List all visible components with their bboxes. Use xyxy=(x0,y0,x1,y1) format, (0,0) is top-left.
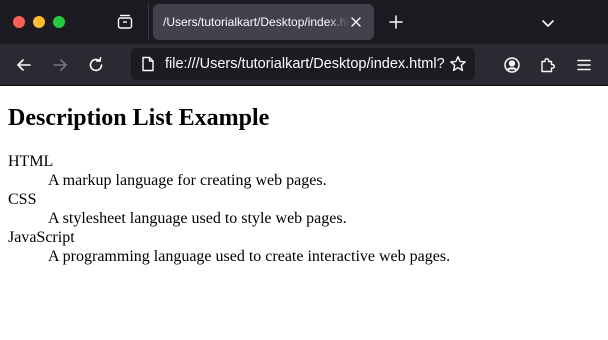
page-title: Description List Example xyxy=(8,105,270,131)
window-minimize-button[interactable] xyxy=(33,16,45,28)
tab-strip: /Users/tutorialkart/Desktop/index.html xyxy=(0,0,608,44)
description-javascript: A programming language used to create in… xyxy=(48,248,451,265)
window-zoom-button[interactable] xyxy=(53,16,65,28)
description-html: A markup language for creating web pages… xyxy=(48,172,327,189)
tab-close-icon[interactable] xyxy=(348,14,364,30)
window-close-button[interactable] xyxy=(13,16,25,28)
new-tab-icon[interactable] xyxy=(386,12,406,32)
tab-separator xyxy=(148,4,149,40)
url-bar[interactable]: file:///Users/tutorialkart/Desktop/index… xyxy=(131,48,475,80)
reload-icon[interactable] xyxy=(85,54,107,76)
extensions-icon[interactable] xyxy=(537,54,559,76)
list-all-tabs-chevron-icon[interactable] xyxy=(538,13,558,33)
term-html: HTML xyxy=(8,153,54,170)
term-javascript: JavaScript xyxy=(8,229,75,246)
url-text[interactable]: file:///Users/tutorialkart/Desktop/index… xyxy=(165,48,445,80)
description-list: HTML A markup language for creating web … xyxy=(8,152,450,266)
back-icon[interactable] xyxy=(13,54,35,76)
page-content: Description List Example HTML A markup l… xyxy=(0,86,608,340)
term-css: CSS xyxy=(8,191,37,208)
tab-active[interactable]: /Users/tutorialkart/Desktop/index.html xyxy=(153,4,374,40)
forward-icon[interactable] xyxy=(49,54,71,76)
tab-overview-icon[interactable] xyxy=(115,12,135,32)
account-icon[interactable] xyxy=(501,54,523,76)
description-css: A stylesheet language used to style web … xyxy=(48,210,347,227)
navigation-toolbar: file:///Users/tutorialkart/Desktop/index… xyxy=(0,44,608,86)
bookmark-star-icon[interactable] xyxy=(449,55,467,73)
tab-title: /Users/tutorialkart/Desktop/index.html xyxy=(163,15,349,29)
menu-icon[interactable] xyxy=(573,54,595,76)
page-icon[interactable] xyxy=(140,56,156,72)
browser-window: /Users/tutorialkart/Desktop/index.html f… xyxy=(0,0,608,340)
